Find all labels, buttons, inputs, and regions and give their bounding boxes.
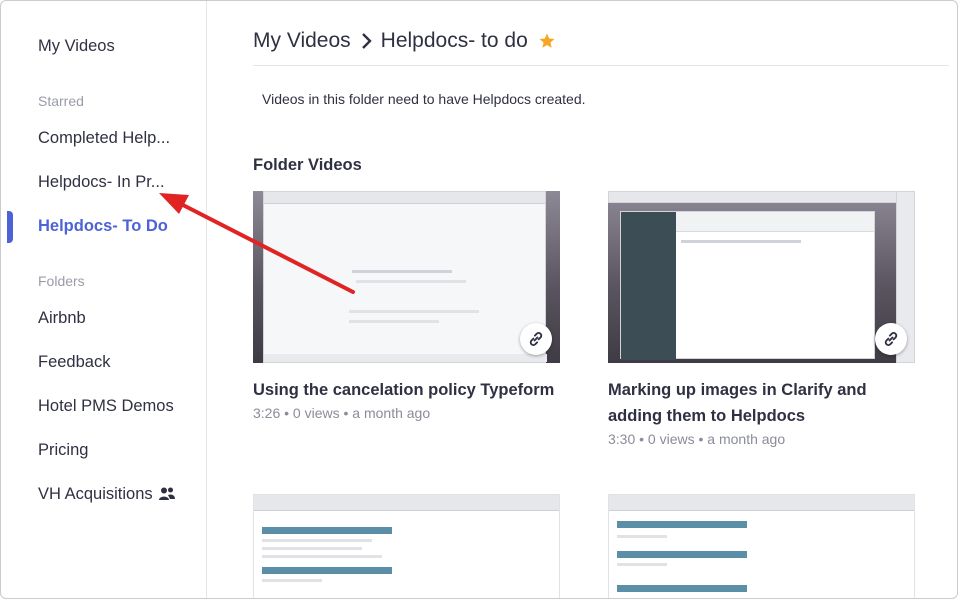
video-card[interactable]: Marking up images in Clarify and adding …: [608, 191, 915, 447]
sidebar-item-vh-acquisitions[interactable]: VH Acquisitions: [38, 485, 175, 504]
video-meta: 3:26 • 0 views • a month ago: [253, 405, 431, 421]
sidebar-item-helpdocs-to-do[interactable]: Helpdocs- To Do: [38, 217, 168, 236]
breadcrumb: My Videos Helpdocs- to do: [253, 29, 556, 53]
sidebar-item-feedback[interactable]: Feedback: [38, 353, 110, 372]
video-title[interactable]: Marking up images in Clarify and adding …: [608, 377, 915, 429]
link-icon[interactable]: [520, 323, 552, 355]
video-card[interactable]: [608, 494, 915, 598]
header-divider: [253, 65, 949, 66]
video-meta: 3:30 • 0 views • a month ago: [608, 431, 786, 447]
video-thumbnail[interactable]: [608, 191, 915, 363]
main-content: My Videos Helpdocs- to do Videos in this…: [208, 1, 957, 598]
link-icon[interactable]: [875, 323, 907, 355]
page-title: Helpdocs- to do: [380, 29, 528, 52]
video-card[interactable]: Using the cancelation policy Typeform 3:…: [253, 191, 560, 421]
video-thumbnail[interactable]: [608, 494, 915, 598]
sidebar-item-completed-help[interactable]: Completed Help...: [38, 129, 170, 148]
sidebar-item-hotel-pms-demos[interactable]: Hotel PMS Demos: [38, 397, 174, 416]
video-title[interactable]: Using the cancelation policy Typeform: [253, 377, 560, 403]
breadcrumb-root[interactable]: My Videos: [253, 29, 351, 53]
starred-heading: Starred: [38, 93, 84, 109]
sidebar-item-label: VH Acquisitions: [38, 485, 153, 503]
sidebar: My Videos Starred Completed Help... Help…: [1, 1, 207, 598]
star-icon[interactable]: [538, 32, 556, 50]
sidebar-item-helpdocs-in-progress[interactable]: Helpdocs- In Pr...: [38, 173, 165, 192]
section-title: Folder Videos: [253, 156, 362, 174]
video-card[interactable]: [253, 494, 560, 598]
video-thumbnail[interactable]: [253, 191, 560, 363]
folder-description: Videos in this folder need to have Helpd…: [262, 91, 586, 107]
video-thumbnail[interactable]: [253, 494, 560, 598]
sidebar-item-pricing[interactable]: Pricing: [38, 441, 88, 460]
active-indicator: [7, 211, 13, 243]
shared-users-icon: [158, 487, 175, 500]
chevron-right-icon: [361, 33, 372, 49]
app-window: My Videos Starred Completed Help... Help…: [0, 0, 958, 599]
folders-heading: Folders: [38, 273, 85, 289]
sidebar-item-airbnb[interactable]: Airbnb: [38, 309, 86, 328]
sidebar-item-my-videos[interactable]: My Videos: [38, 37, 115, 56]
